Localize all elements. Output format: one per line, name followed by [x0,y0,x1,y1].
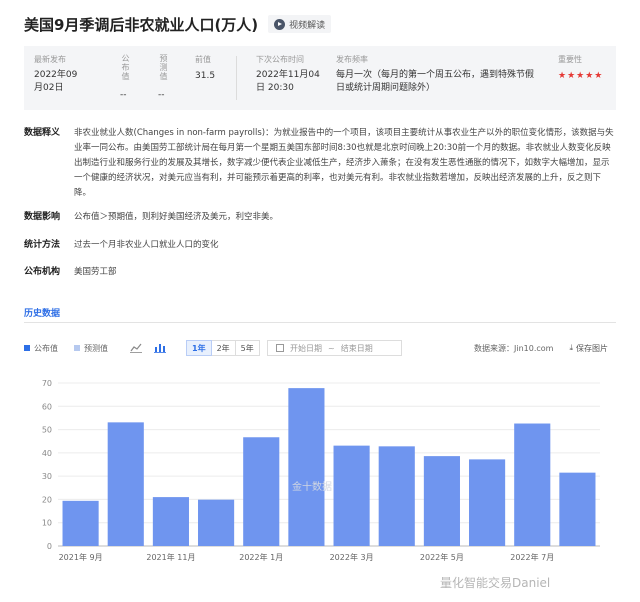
y-tick-label: 40 [42,449,52,458]
y-tick-label: 60 [42,402,52,411]
importance-stars-icon: ★★★★★ [558,71,604,81]
detail-impact-value: 公布值＞预期值，则利好美国经济及美元，利空非美。 [74,212,279,222]
published-value: 公布值 -- [120,54,140,102]
date-range-picker[interactable]: 开始日期 ~ 结束日期 [267,340,402,356]
forecast-value-text: -- [158,90,165,100]
line-chart-icon[interactable] [130,340,142,356]
chart-watermark: 金十数据 [292,482,332,493]
data-source: 数据来源：Jin10.com ⤓ 保存图片 [474,340,608,356]
period-1y-button[interactable]: 1年 [186,340,212,356]
info-panel: 最新发布 2022年09月02日 公布值 -- 预测值 -- 前值 31.5 下… [24,46,616,110]
latest-release-label: 最新发布 [34,55,66,64]
x-tick-label: 2021年 11月 [146,552,195,562]
latest-release-value: 2022年09月02日 [34,70,78,93]
release-frequency: 发布频率 每月一次（每月的第一个周五公布，遇到特殊节假日或统计周期问题除外） [336,54,536,95]
header: 美国9月季调后非农就业人口(万人) 视频解读 [24,12,332,36]
range-separator-icon: ~ [328,343,335,353]
bar [378,446,415,546]
importance-label: 重要性 [558,55,582,64]
previous-value-label: 前值 [195,55,211,64]
legend-forecast-swatch [74,345,80,351]
published-value-label: 公布值 [121,54,130,81]
bar [288,388,325,546]
chart-toolbar: 公布值 预测值 1年 2年 5年 开始日期 ~ 结束日期 数据来源：Jin10.… [24,340,616,356]
detail-method: 统计方法 过去一个月非农业人口就业人口的变化 [24,238,616,254]
detail-agency-value: 美国劳工部 [74,267,117,277]
bar-chart-icon[interactable] [154,340,166,356]
detail-definition-value: 非农业就业人数(Changes in non-farm payrolls)：为就… [74,128,614,198]
bar [514,423,551,546]
bar [198,499,235,546]
data-source-label: 数据来源：Jin10.com [474,343,554,353]
y-tick-label: 70 [42,379,52,388]
y-tick-label: 50 [42,426,52,435]
bar [469,459,506,546]
info-divider [236,56,237,100]
importance: 重要性 ★★★★★ [558,54,608,81]
previous-value: 前值 31.5 [195,54,235,83]
next-release-label: 下次公布时间 [256,55,304,64]
detail-method-value: 过去一个月非农业人口就业人口的变化 [74,240,219,250]
legend-published-swatch [24,345,30,351]
forecast-value: 预测值 -- [158,54,178,102]
bar [152,497,189,546]
previous-value-text: 31.5 [195,71,216,81]
period-selector: 1年 2年 5年 [186,340,260,356]
detail-method-key: 统计方法 [24,240,61,250]
download-icon: ⤓ [569,343,574,352]
start-date-input[interactable]: 开始日期 [290,343,322,354]
history-divider [24,322,616,323]
video-explain-label: 视频解读 [289,20,326,31]
legend-forecast-label: 预测值 [84,343,108,353]
page-title: 美国9月季调后非农就业人口(万人) [24,15,259,34]
period-2y-button[interactable]: 2年 [211,340,236,356]
bar [107,422,144,546]
detail-agency-key: 公布机构 [24,267,61,277]
x-tick-label: 2022年 7月 [510,552,554,562]
bar [423,456,460,546]
detail-agency: 公布机构 美国劳工部 [24,265,616,281]
bar [62,500,99,546]
x-tick-label: 2022年 3月 [330,552,374,562]
y-tick-label: 10 [42,519,52,528]
detail-definition: 数据释义 非农业就业人数(Changes in non-farm payroll… [24,126,616,198]
bar [559,472,596,546]
detail-definition-key: 数据释义 [24,128,61,138]
detail-impact: 数据影响 公布值＞预期值，则利好美国经济及美元，利空非美。 [24,210,616,226]
x-tick-label: 2022年 1月 [239,552,283,562]
legend-forecast[interactable]: 预测值 [74,340,108,356]
weibo-watermark: 量化智能交易Daniel [440,576,551,590]
video-explain-button[interactable]: 视频解读 [268,15,332,33]
x-tick-label: 2022年 5月 [420,552,464,562]
play-icon [274,18,286,30]
y-tick-label: 0 [47,542,52,551]
save-image-label: 保存图片 [576,343,609,353]
bar [333,445,370,546]
history-data-tab[interactable]: 历史数据 [24,306,60,319]
bar [243,437,280,546]
legend-published[interactable]: 公布值 [24,340,58,356]
period-5y-button[interactable]: 5年 [235,340,260,356]
forecast-value-label: 预测值 [159,54,168,81]
y-tick-label: 30 [42,472,52,481]
release-frequency-label: 发布频率 [336,55,368,64]
latest-release: 最新发布 2022年09月02日 [34,54,104,95]
detail-impact-key: 数据影响 [24,212,61,222]
next-release: 下次公布时间 2022年11月04日 20:30 [256,54,326,95]
release-frequency-value: 每月一次（每月的第一个周五公布，遇到特殊节假日或统计周期问题除外） [336,70,535,93]
published-value-text: -- [120,90,127,100]
legend-published-label: 公布值 [34,343,58,353]
save-image-button[interactable]: ⤓ 保存图片 [569,343,608,354]
y-tick-label: 20 [42,495,52,504]
calendar-icon [276,344,284,352]
next-release-value: 2022年11月04日 20:30 [256,70,320,93]
x-tick-label: 2021年 9月 [59,552,103,562]
end-date-input[interactable]: 结束日期 [341,343,373,354]
